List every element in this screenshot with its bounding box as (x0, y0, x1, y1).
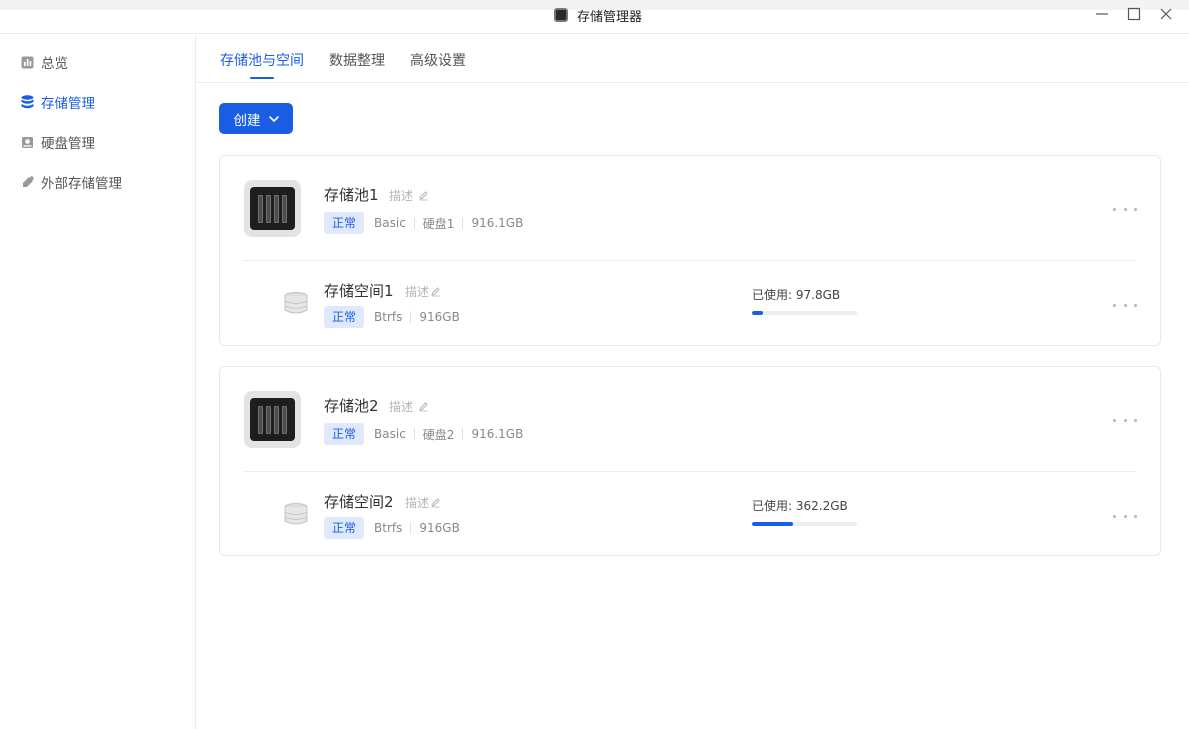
more-options-icon[interactable] (1113, 297, 1137, 313)
volume-name: 存储空间2 (324, 493, 394, 511)
pool-size: 916.1GB (471, 427, 524, 441)
pool-disk: 硬盘1 (422, 216, 455, 231)
chevron-down-icon (268, 115, 279, 122)
more-options-icon[interactable] (1113, 508, 1137, 524)
title-bar: 存储管理器 (0, 0, 1189, 34)
usage-progress-fill (752, 522, 794, 526)
status-badge: 正常 (324, 306, 365, 328)
meta-divider (462, 428, 464, 440)
meta-divider (413, 428, 415, 440)
main-content: 存储池与空间 数据整理 高级设置 创建 存储池1 描述 正常 Basic 硬盘1… (196, 35, 1189, 729)
card-divider (243, 471, 1137, 472)
storage-pool-card: 存储池2 描述 正常 Basic 硬盘2 916.1GB 存储空间2 描述 正常… (219, 366, 1161, 556)
status-badge: 正常 (324, 423, 365, 445)
usb-drive-icon (20, 175, 34, 189)
pool-description-edit[interactable]: 描述 (389, 398, 429, 415)
usage-progress-fill (752, 311, 764, 315)
storage-pool-card: 存储池1 描述 正常 Basic 硬盘1 916.1GB 存储空间1 描述 正常… (219, 155, 1161, 346)
volume-filesystem: Btrfs (374, 310, 403, 324)
sidebar-item-disks[interactable]: 硬盘管理 (20, 132, 95, 152)
pencil-icon (418, 190, 429, 201)
storage-pool-icon (244, 391, 301, 448)
tab-data-scrub[interactable]: 数据整理 (329, 50, 385, 70)
pool-type: Basic (374, 427, 406, 441)
window-title: 存储管理器 (577, 9, 643, 25)
pencil-icon (430, 497, 441, 508)
volume-icon (282, 500, 310, 528)
status-badge: 正常 (324, 517, 365, 539)
sidebar-item-label: 硬盘管理 (41, 136, 95, 152)
pool-disk: 硬盘2 (422, 427, 455, 442)
sidebar-item-label: 外部存储管理 (41, 176, 122, 192)
pencil-icon (430, 286, 441, 297)
volume-icon (282, 289, 310, 317)
pencil-icon (418, 401, 429, 412)
minimize-icon (1096, 13, 1108, 15)
more-options-icon[interactable] (1113, 412, 1137, 428)
volume-description-edit[interactable]: 描述 (405, 283, 441, 300)
sidebar: 总览 存储管理 硬盘管理 外部存储管理 (0, 35, 196, 729)
sidebar-item-storage[interactable]: 存储管理 (20, 92, 95, 112)
meta-divider (462, 217, 464, 229)
meta-divider (413, 217, 415, 229)
sidebar-item-external[interactable]: 外部存储管理 (20, 172, 122, 192)
close-button[interactable] (1158, 6, 1174, 22)
usage-progress-bar (752, 311, 857, 315)
volume-filesystem: Btrfs (374, 521, 403, 535)
tab-pools-and-volumes[interactable]: 存储池与空间 (220, 50, 304, 70)
volume-meta-row: 正常 Btrfs 916GB (324, 306, 460, 328)
sidebar-item-label: 总览 (41, 56, 68, 72)
card-divider (243, 260, 1137, 261)
volume-usage-text: 已使用: 362.2GB (752, 499, 848, 513)
pool-meta-row: 正常 Basic 硬盘1 916.1GB (324, 212, 523, 234)
volume-name: 存储空间1 (324, 282, 394, 300)
status-badge: 正常 (324, 212, 365, 234)
tab-advanced-settings[interactable]: 高级设置 (410, 50, 466, 70)
more-options-icon[interactable] (1113, 201, 1137, 217)
chart-box-icon (20, 55, 34, 69)
volume-description-edit[interactable]: 描述 (405, 494, 441, 511)
meta-divider (410, 311, 412, 323)
volume-meta-row: 正常 Btrfs 916GB (324, 517, 460, 539)
sidebar-item-label: 存储管理 (41, 96, 95, 112)
meta-divider (410, 522, 412, 534)
pool-size: 916.1GB (471, 216, 524, 230)
app-icon (554, 8, 568, 22)
usage-progress-bar (752, 522, 857, 526)
sidebar-item-overview[interactable]: 总览 (20, 52, 68, 72)
description-label: 描述 (389, 400, 414, 414)
maximize-button[interactable] (1126, 6, 1142, 22)
volume-size: 916GB (419, 310, 460, 324)
pool-description-edit[interactable]: 描述 (389, 187, 429, 204)
database-icon (20, 95, 34, 109)
description-label: 描述 (405, 496, 430, 510)
hard-disk-icon (20, 135, 34, 149)
create-button[interactable]: 创建 (219, 103, 293, 134)
window-title-group: 存储管理器 (554, 6, 643, 25)
minimize-button[interactable] (1094, 6, 1110, 22)
storage-pool-icon (244, 180, 301, 237)
create-button-label: 创建 (233, 112, 261, 129)
pool-meta-row: 正常 Basic 硬盘2 916.1GB (324, 423, 523, 445)
tab-bar: 存储池与空间 数据整理 高级设置 (196, 35, 1189, 83)
maximize-icon (1127, 7, 1141, 21)
storage-manager-window: 存储管理器 总览 存储管理 硬盘管理 外部存储管理 存储池与空间 数据整理 高级… (0, 0, 1189, 729)
active-tab-indicator (250, 77, 274, 79)
volume-usage-text: 已使用: 97.8GB (752, 288, 841, 302)
close-icon (1160, 8, 1172, 20)
description-label: 描述 (405, 285, 430, 299)
pool-name: 存储池2 (324, 397, 379, 415)
pool-name: 存储池1 (324, 186, 379, 204)
volume-size: 916GB (419, 521, 460, 535)
description-label: 描述 (389, 189, 414, 203)
pool-type: Basic (374, 216, 406, 230)
